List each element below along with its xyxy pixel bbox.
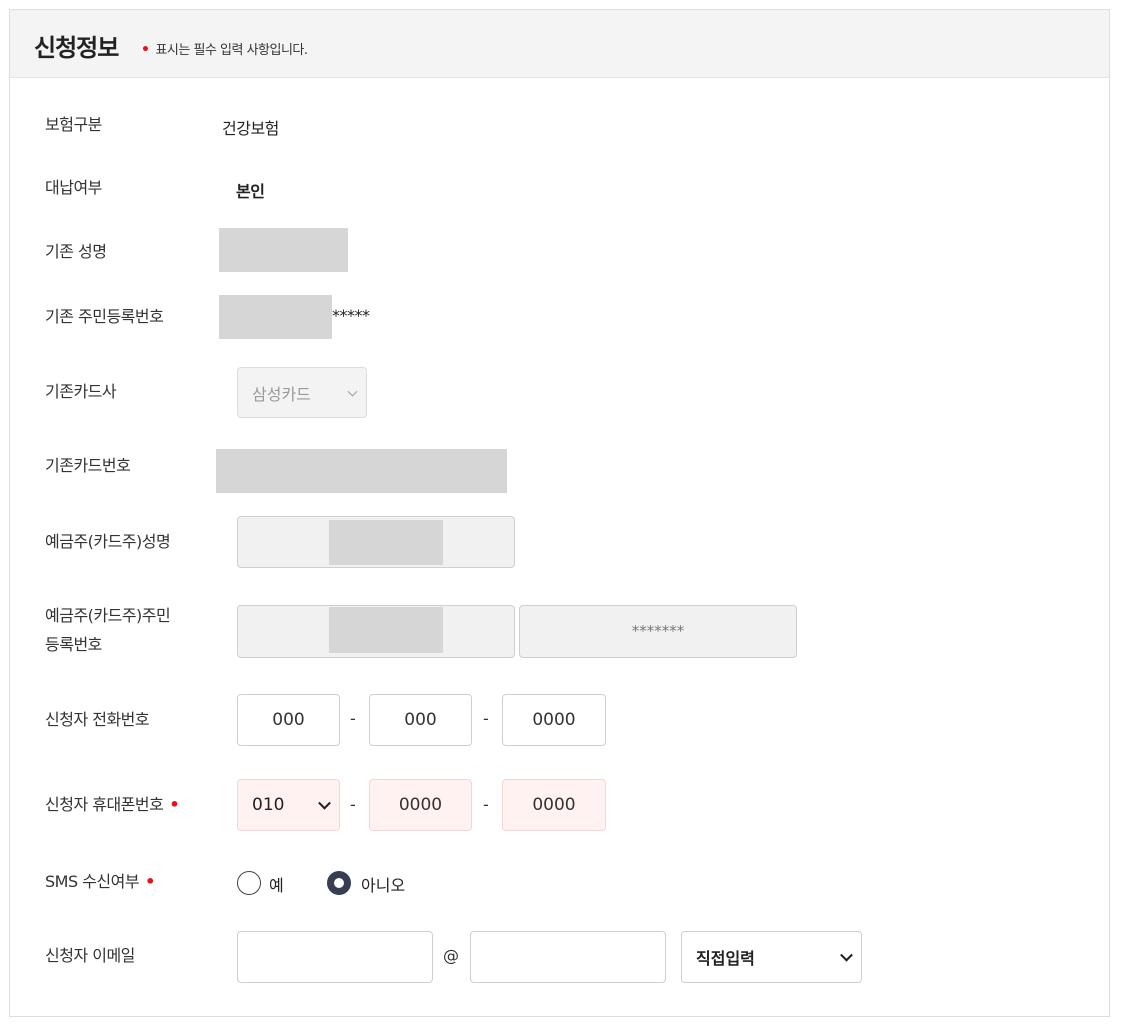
prev-rrn-suffix: ***** [332,306,370,325]
prev-card-company-label: 기존카드사 [45,382,117,401]
holder-name-label: 예금주(카드주)성명 [45,532,171,551]
panel-header: 신청정보 • 표시는 필수 입력 사항입니다. [10,10,1109,78]
chevron-down-icon [318,796,331,810]
holder-rrn-label-line2: 등록번호 [45,635,102,654]
sms-label-text: SMS 수신여부 [45,872,140,891]
required-mark-icon: • [145,872,155,891]
holder-name-redacted [329,520,443,565]
mobile-separator: - [483,795,489,814]
proxy-payment-value: 본인 [236,182,265,201]
required-note: • 표시는 필수 입력 사항입니다. [141,39,308,58]
phone-separator: - [350,709,356,728]
insurance-type-value: 건강보험 [222,119,279,138]
prev-name-label: 기존 성명 [45,242,107,261]
phone-label: 신청자 전화번호 [45,710,150,729]
mobile-part2-input[interactable]: 0000 [369,779,472,831]
mobile-separator: - [350,795,356,814]
phone-part1-input[interactable]: 000 [237,694,340,746]
proxy-payment-label: 대납여부 [45,178,102,197]
prev-name-redacted [219,228,348,272]
chevron-down-icon [840,948,853,962]
mobile-label: 신청자 휴대폰번호 • [45,792,180,818]
prev-card-company-selected: 삼성카드 [252,384,311,404]
sms-no-radio[interactable] [327,871,351,895]
email-label: 신청자 이메일 [45,946,135,965]
panel-title: 신청정보 [34,34,119,62]
email-at-sign: @ [443,946,459,965]
holder-rrn-front-redacted [329,607,443,653]
prev-card-company-select[interactable]: 삼성카드 [237,367,367,418]
sms-yes-label[interactable]: 예 [269,872,284,896]
application-info-panel: 신청정보 • 표시는 필수 입력 사항입니다. [9,9,1110,1017]
email-domain-input[interactable] [470,931,666,983]
sms-label: SMS 수신여부 • [45,869,155,895]
prev-card-number-label: 기존카드번호 [45,456,131,475]
required-note-text: 표시는 필수 입력 사항입니다. [155,43,308,58]
prev-rrn-label: 기존 주민등록번호 [45,307,164,326]
email-id-input[interactable] [237,931,433,983]
required-mark-icon: • [141,42,150,58]
prev-rrn-redacted [219,295,332,339]
phone-separator: - [483,709,489,728]
email-domain-select[interactable]: 직접입력 [681,931,862,983]
mobile-part3-input[interactable]: 0000 [502,779,606,831]
mobile-prefix-select[interactable]: 010 [237,779,340,831]
phone-part2-input[interactable]: 000 [369,694,472,746]
holder-rrn-label-line1: 예금주(카드주)주민 [45,606,171,625]
mobile-prefix-selected: 010 [252,795,285,815]
mobile-label-text: 신청자 휴대폰번호 [45,795,164,814]
holder-rrn-back-input[interactable]: ******* [519,605,797,658]
sms-no-label[interactable]: 아니오 [361,872,405,896]
phone-part3-input[interactable]: 0000 [502,694,606,746]
chevron-down-icon [347,386,358,397]
required-mark-icon: • [169,795,180,814]
sms-yes-radio[interactable] [237,871,261,895]
insurance-type-label: 보험구분 [45,115,102,134]
prev-card-number-redacted [216,449,507,493]
email-domain-selected: 직접입력 [696,949,755,968]
